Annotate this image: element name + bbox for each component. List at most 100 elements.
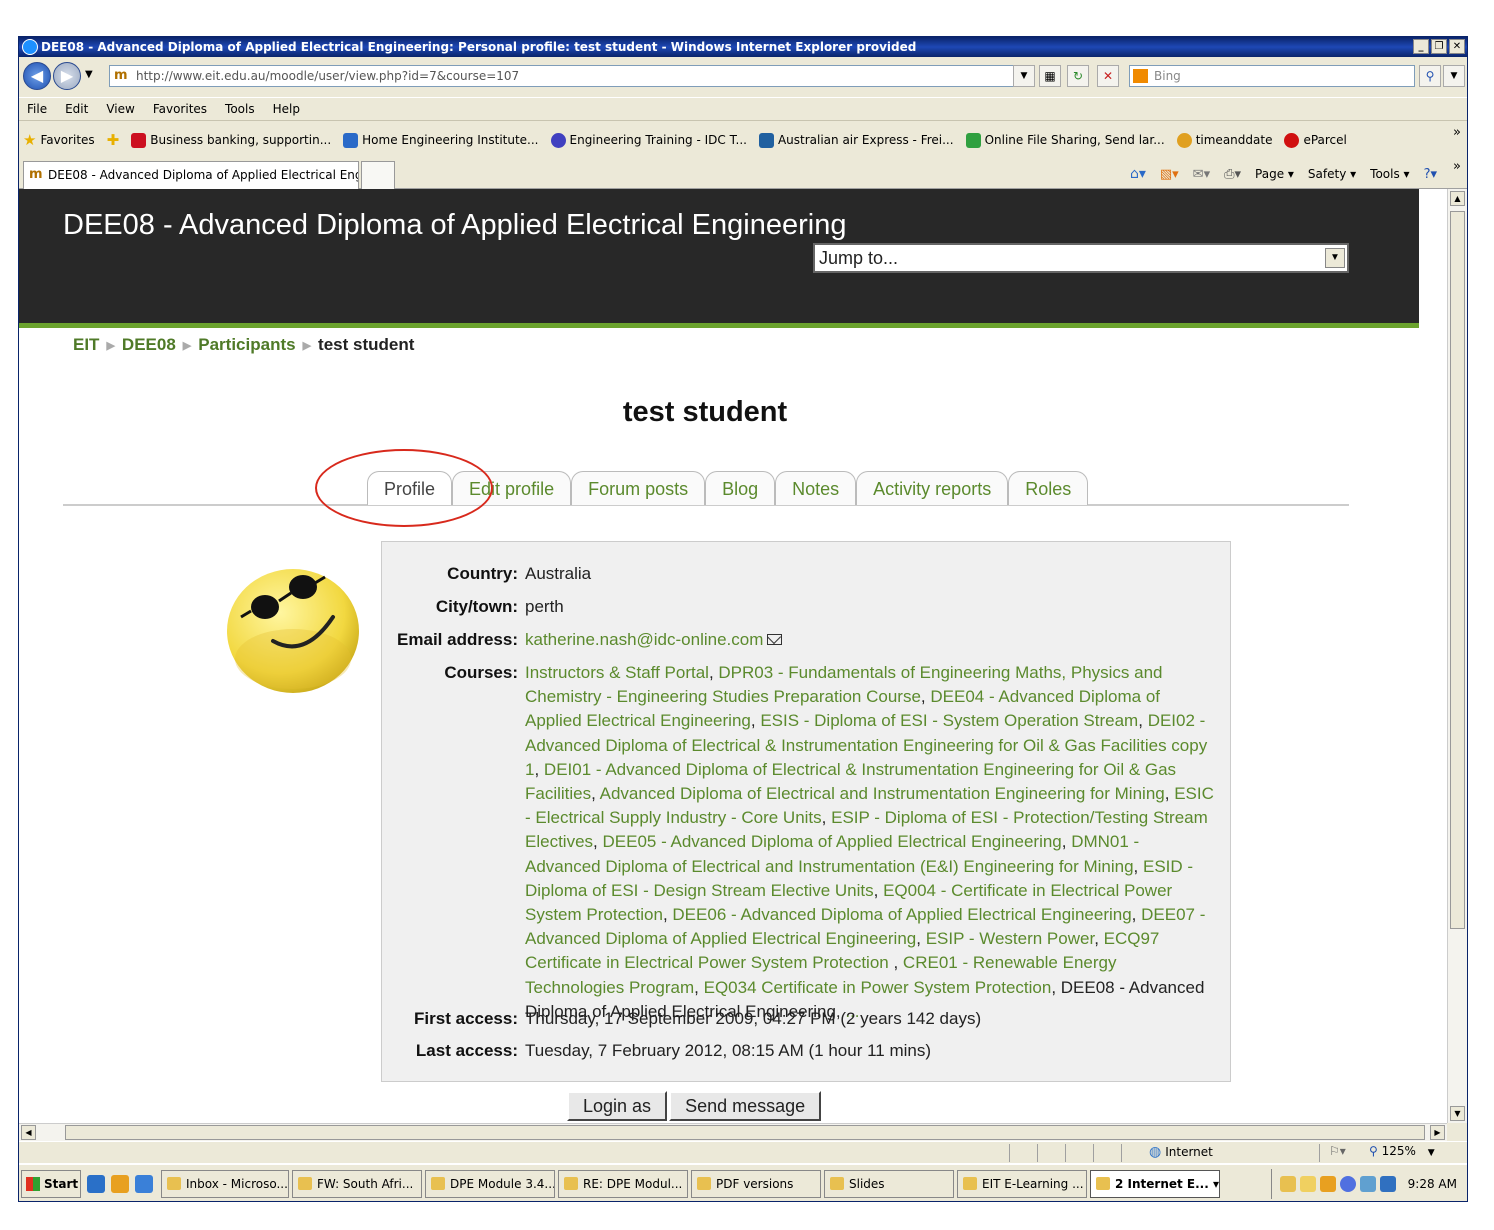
safety-menu[interactable]: Safety ▾ <box>1308 167 1356 181</box>
home-icon[interactable]: ⌂▾ <box>1130 166 1146 182</box>
taskbar-task[interactable]: PDF versions <box>691 1170 821 1198</box>
vertical-scrollbar[interactable]: ▲ ▼ <box>1447 189 1467 1123</box>
jump-to-select[interactable]: Jump to... ▼ <box>813 243 1349 273</box>
search-options-icon[interactable]: ▼ <box>1443 65 1465 87</box>
restore-button[interactable]: ❐ <box>1431 39 1447 54</box>
tab-forum-posts[interactable]: Forum posts <box>571 471 706 505</box>
course-link[interactable]: Instructors & Staff Portal <box>525 663 709 682</box>
envelope-icon[interactable] <box>767 634 783 645</box>
help-icon[interactable]: ?▾ <box>1424 167 1437 182</box>
search-input[interactable]: Bing <box>1129 65 1415 87</box>
tools-menu[interactable]: Tools ▾ <box>1370 167 1409 181</box>
course-link[interactable]: DEE06 - Advanced Diploma of Applied Elec… <box>672 905 1131 924</box>
favorites-bar: ★ Favorites ✚ Business banking, supporti… <box>19 123 1467 157</box>
email-link[interactable]: katherine.nash@idc-online.com <box>525 630 763 649</box>
menu-view[interactable]: View <box>106 102 134 116</box>
tab-roles[interactable]: Roles <box>1008 471 1089 505</box>
scroll-left-icon[interactable]: ◀ <box>21 1125 36 1140</box>
favorite-link-banking[interactable]: Business banking, supportin... <box>131 132 331 148</box>
add-star-icon: ✚ <box>106 131 120 149</box>
breadcrumb-participants[interactable]: Participants <box>198 335 295 355</box>
feeds-icon[interactable]: ▧▾ <box>1160 167 1179 182</box>
favorites-button[interactable]: ★ Favorites <box>23 131 95 149</box>
course-link[interactable]: Advanced Diploma of Electrical and Instr… <box>600 784 1165 803</box>
favorite-link-timeanddate[interactable]: timeanddate <box>1176 132 1272 148</box>
tray-network-icon[interactable] <box>1339 1176 1356 1192</box>
quick-launch-ie-icon[interactable] <box>87 1175 105 1193</box>
tab-notes[interactable]: Notes <box>775 471 857 505</box>
quick-launch-explorer-icon[interactable] <box>135 1175 153 1193</box>
menu-tools[interactable]: Tools <box>225 102 255 116</box>
favorite-link-air-express[interactable]: Australian air Express - Frei... <box>758 132 954 148</box>
favorite-link-engineering-institute[interactable]: Home Engineering Institute... <box>343 132 539 148</box>
taskbar-task[interactable]: FW: South Afri... <box>292 1170 422 1198</box>
site-title: DEE08 - Advanced Diploma of Applied Elec… <box>63 209 847 241</box>
stop-icon[interactable]: ✕ <box>1097 65 1119 87</box>
scroll-down-icon[interactable]: ▼ <box>1450 1106 1465 1121</box>
tray-outlook-icon[interactable] <box>1319 1176 1336 1192</box>
chevron-down-icon: ▼ <box>1325 248 1345 268</box>
favorite-link-idc[interactable]: Engineering Training - IDC T... <box>550 132 747 148</box>
header-divider <box>19 323 1419 328</box>
task-buttons: Inbox - Microso... FW: South Afri... DPE M… <box>161 1170 1223 1198</box>
breadcrumb-eit[interactable]: EIT <box>73 335 99 355</box>
tab-blog[interactable]: Blog <box>705 471 776 505</box>
taskbar-task[interactable]: Slides <box>824 1170 954 1198</box>
favorite-link-eparcel[interactable]: eParcel <box>1284 132 1347 148</box>
taskbar-task[interactable]: EIT E-Learning ... <box>957 1170 1087 1198</box>
tab-activity-reports[interactable]: Activity reports <box>856 471 1009 505</box>
scroll-right-icon[interactable]: ▶ <box>1430 1125 1445 1140</box>
bank-icon <box>131 132 147 148</box>
command-overflow-icon[interactable]: » <box>1453 159 1461 174</box>
close-button[interactable]: ✕ <box>1449 39 1465 54</box>
course-link[interactable]: DEE05 - Advanced Diploma of Applied Elec… <box>602 832 1061 851</box>
compatibility-icon[interactable]: ▦ <box>1039 65 1061 87</box>
quick-launch-outlook-icon[interactable] <box>111 1175 129 1193</box>
send-message-button[interactable]: Send message <box>669 1091 822 1121</box>
course-link[interactable]: EQ034 Certificate in Power System Protec… <box>704 978 1052 997</box>
mail-icon[interactable]: ✉▾ <box>1193 167 1210 182</box>
favorite-link-file-sharing[interactable]: Online File Sharing, Send lar... <box>965 132 1165 148</box>
add-favorites-button[interactable]: ✚ <box>107 131 120 149</box>
vertical-scroll-thumb[interactable] <box>1450 211 1465 929</box>
address-dropdown-icon[interactable]: ▼ <box>1013 65 1035 87</box>
tray-security-icon[interactable] <box>1379 1176 1396 1192</box>
quick-launch <box>87 1175 153 1193</box>
horizontal-scroll-thumb[interactable] <box>65 1125 1425 1140</box>
course-link[interactable]: ESIP - Western Power <box>926 929 1095 948</box>
tray-update-icon[interactable] <box>1359 1176 1376 1192</box>
course-link[interactable]: ESIS - Diploma of ESI - System Operation… <box>760 711 1138 730</box>
start-button[interactable]: Start <box>21 1170 81 1198</box>
tray-pen-icon[interactable] <box>1279 1176 1296 1192</box>
new-tab-button[interactable] <box>361 161 395 189</box>
security-zone: ◍ Internet <box>1149 1144 1213 1160</box>
back-button[interactable]: ◀ <box>23 62 51 90</box>
menu-file[interactable]: File <box>27 102 47 116</box>
breadcrumb-course[interactable]: DEE08 <box>122 335 176 355</box>
favorites-overflow-icon[interactable]: » <box>1453 125 1461 140</box>
taskbar-task[interactable]: Inbox - Microso... <box>161 1170 289 1198</box>
history-dropdown-icon[interactable]: ▼ <box>85 69 93 80</box>
taskbar-task[interactable]: RE: DPE Modul... <box>558 1170 688 1198</box>
login-as-button[interactable]: Login as <box>567 1091 668 1121</box>
taskbar-task[interactable]: DPE Module 3.4... <box>425 1170 555 1198</box>
tab-favicon-icon: m <box>29 167 43 182</box>
tray-mail-icon[interactable] <box>1299 1176 1316 1192</box>
page-menu[interactable]: Page ▾ <box>1255 167 1294 181</box>
menu-help[interactable]: Help <box>273 102 300 116</box>
browser-tab[interactable]: m DEE08 - Advanced Diploma of Applied El… <box>23 161 359 189</box>
minimize-button[interactable]: _ <box>1413 39 1429 54</box>
forward-button[interactable]: ▶ <box>53 62 81 90</box>
scroll-up-icon[interactable]: ▲ <box>1450 191 1465 206</box>
zoom-level[interactable]: ⚲ 125% ▼ <box>1369 1144 1435 1158</box>
print-icon[interactable]: ⎙▾ <box>1224 167 1241 182</box>
menu-edit[interactable]: Edit <box>65 102 88 116</box>
search-icon[interactable]: ⚲ <box>1419 65 1441 87</box>
refresh-icon[interactable]: ↻ <box>1067 65 1089 87</box>
menu-favorites[interactable]: Favorites <box>153 102 207 116</box>
taskbar-task[interactable]: 2 Internet E... ▾ <box>1090 1170 1220 1198</box>
protected-mode-icon[interactable]: ⚐▾ <box>1329 1144 1346 1158</box>
address-input[interactable]: m http://www.eit.edu.au/moodle/user/view… <box>109 65 1029 87</box>
horizontal-scrollbar[interactable]: ◀ ▶ <box>19 1123 1447 1141</box>
address-url: http://www.eit.edu.au/moodle/user/view.p… <box>136 69 520 83</box>
